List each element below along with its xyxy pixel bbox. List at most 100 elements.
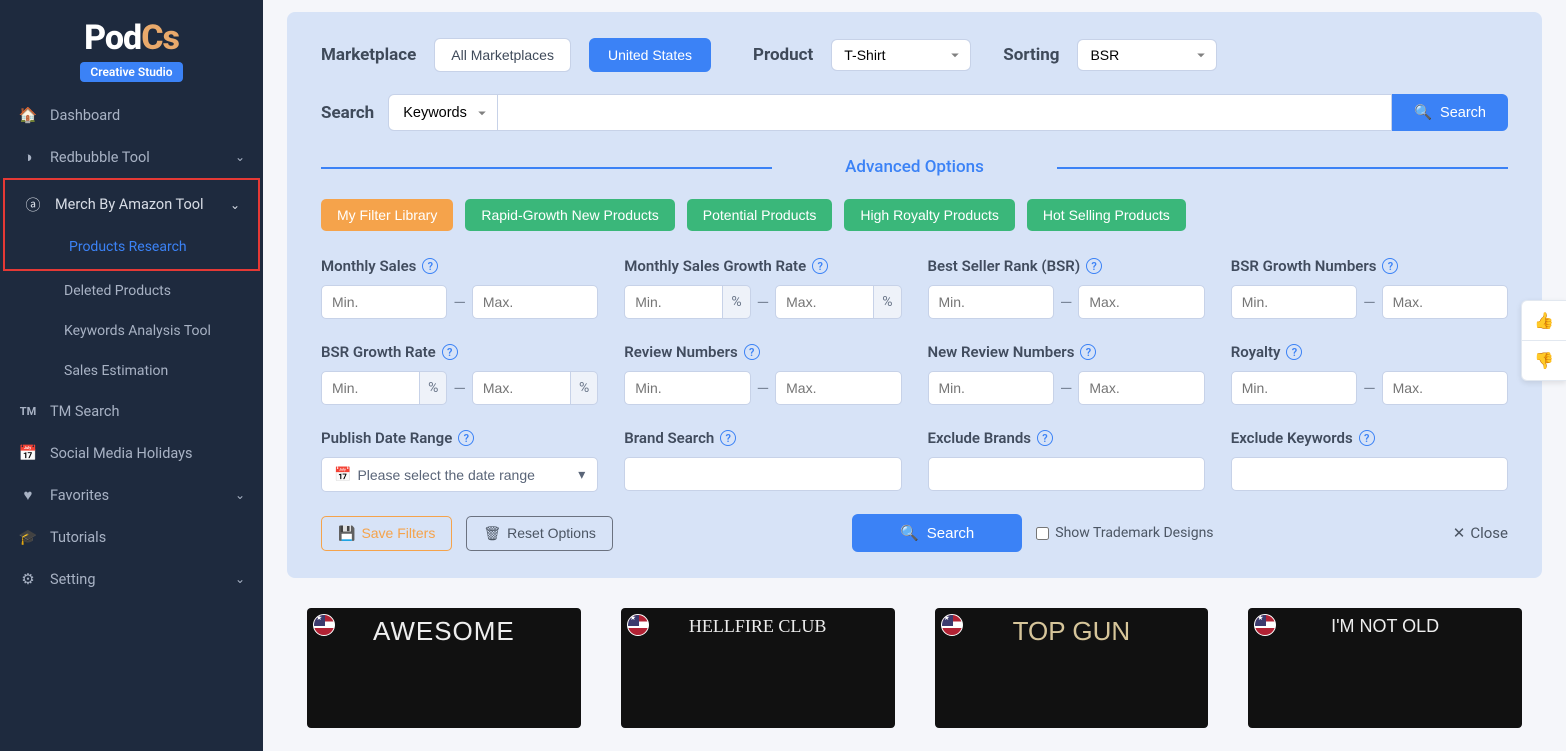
card-text: TOP GUN bbox=[1013, 616, 1131, 647]
min-input[interactable] bbox=[624, 285, 723, 319]
hot-selling-button[interactable]: Hot Selling Products bbox=[1027, 199, 1186, 231]
close-label: Close bbox=[1470, 524, 1508, 542]
help-icon[interactable]: ? bbox=[1037, 430, 1053, 446]
min-input[interactable] bbox=[1231, 285, 1357, 319]
search-big-button[interactable]: 🔍 Search bbox=[852, 514, 1022, 552]
save-filters-button[interactable]: 💾 Save Filters bbox=[321, 516, 452, 551]
sidebar-subitem-deleted-products[interactable]: Deleted Products bbox=[0, 271, 263, 311]
sidebar-item-redbubble[interactable]: ◑ Redbubble Tool ⌄ bbox=[0, 136, 263, 178]
dash: — bbox=[757, 379, 770, 398]
sidebar-item-favorites[interactable]: ♥ Favorites ⌄ bbox=[0, 474, 263, 516]
filter-grid: Monthly Sales ? — Monthly Sales Growth R… bbox=[321, 257, 1508, 492]
label-text: Best Seller Rank (BSR) bbox=[928, 257, 1081, 275]
range-inputs: % — % bbox=[624, 285, 901, 319]
min-input[interactable] bbox=[928, 285, 1054, 319]
product-cards: AWESOME HELLFIRE CLUB TOP GUN I'M NOT OL… bbox=[287, 608, 1542, 728]
help-icon[interactable]: ? bbox=[442, 344, 458, 360]
nav: 🏠 Dashboard ◑ Redbubble Tool ⌄ ⓐ Merch B… bbox=[0, 94, 263, 600]
help-icon[interactable]: ? bbox=[1086, 258, 1102, 274]
sidebar-subitem-products-research[interactable]: Products Research bbox=[5, 227, 258, 267]
range-inputs: — bbox=[1231, 371, 1508, 405]
exclude-keywords-input[interactable] bbox=[1231, 457, 1508, 491]
calendar-icon: 📅 bbox=[18, 444, 38, 462]
advanced-options-toggle[interactable]: Advanced Options bbox=[321, 157, 1508, 177]
search-input[interactable] bbox=[498, 94, 1392, 131]
label-text: Brand Search bbox=[624, 429, 714, 447]
range-inputs: — bbox=[321, 285, 598, 319]
main: Marketplace All Marketplaces United Stat… bbox=[263, 0, 1566, 751]
help-icon[interactable]: ? bbox=[458, 430, 474, 446]
min-input[interactable] bbox=[321, 371, 420, 405]
search-icon: 🔍 bbox=[900, 524, 919, 542]
close-button[interactable]: ✕ Close bbox=[1453, 524, 1508, 542]
dash: — bbox=[1060, 293, 1073, 312]
product-card[interactable]: HELLFIRE CLUB bbox=[621, 608, 895, 728]
max-input[interactable] bbox=[1078, 371, 1204, 405]
help-icon[interactable]: ? bbox=[812, 258, 828, 274]
date-range-button[interactable]: 📅 Please select the date range ▾ bbox=[321, 457, 598, 492]
sidebar-item-tutorials[interactable]: 🎓 Tutorials bbox=[0, 516, 263, 558]
help-icon[interactable]: ? bbox=[422, 258, 438, 274]
search-type-select[interactable]: Keywords bbox=[388, 94, 498, 131]
field-new-review-numbers: New Review Numbers ? — bbox=[928, 343, 1205, 405]
max-input[interactable] bbox=[472, 285, 598, 319]
show-tm-input[interactable] bbox=[1036, 527, 1049, 540]
reset-options-button[interactable]: 🗑 Reset Options bbox=[466, 516, 613, 551]
logo-text: PodCs bbox=[0, 18, 263, 58]
field-label: Brand Search ? bbox=[624, 429, 901, 447]
united-states-button[interactable]: United States bbox=[589, 38, 711, 72]
min-input[interactable] bbox=[321, 285, 447, 319]
potential-products-button[interactable]: Potential Products bbox=[687, 199, 833, 231]
field-label: BSR Growth Numbers ? bbox=[1231, 257, 1508, 275]
sidebar-item-setting[interactable]: ⚙ Setting ⌄ bbox=[0, 558, 263, 600]
us-flag-icon bbox=[941, 614, 963, 636]
us-flag-icon bbox=[627, 614, 649, 636]
sidebar-label: Products Research bbox=[69, 239, 187, 255]
product-card[interactable]: I'M NOT OLD bbox=[1248, 608, 1522, 728]
max-input[interactable] bbox=[1382, 285, 1508, 319]
thumbs-down-button[interactable]: 👎 bbox=[1522, 340, 1566, 380]
sidebar-item-tm-search[interactable]: TM TM Search bbox=[0, 391, 263, 432]
min-input[interactable] bbox=[624, 371, 750, 405]
help-icon[interactable]: ? bbox=[1080, 344, 1096, 360]
field-exclude-brands: Exclude Brands ? bbox=[928, 429, 1205, 492]
max-input[interactable] bbox=[775, 371, 901, 405]
exclude-brands-input[interactable] bbox=[928, 457, 1205, 491]
help-icon[interactable]: ? bbox=[1286, 344, 1302, 360]
max-input[interactable] bbox=[472, 371, 571, 405]
search-button-label: Search bbox=[1440, 105, 1486, 121]
label-text: BSR Growth Rate bbox=[321, 343, 436, 361]
rapid-growth-button[interactable]: Rapid-Growth New Products bbox=[465, 199, 674, 231]
help-icon[interactable]: ? bbox=[720, 430, 736, 446]
range-inputs: — bbox=[928, 371, 1205, 405]
thumbs-up-button[interactable]: 👍 bbox=[1522, 301, 1566, 340]
sidebar: PodCs Creative Studio 🏠 Dashboard ◑ Redb… bbox=[0, 0, 263, 751]
product-card[interactable]: TOP GUN bbox=[935, 608, 1209, 728]
help-icon[interactable]: ? bbox=[1359, 430, 1375, 446]
help-icon[interactable]: ? bbox=[744, 344, 760, 360]
high-royalty-button[interactable]: High Royalty Products bbox=[844, 199, 1015, 231]
sidebar-subitem-sales-estimation[interactable]: Sales Estimation bbox=[0, 351, 263, 391]
max-input[interactable] bbox=[1078, 285, 1204, 319]
max-input[interactable] bbox=[1382, 371, 1508, 405]
sorting-select[interactable]: BSR bbox=[1077, 39, 1217, 71]
help-icon[interactable]: ? bbox=[1382, 258, 1398, 274]
min-input[interactable] bbox=[928, 371, 1054, 405]
actions-row: 💾 Save Filters 🗑 Reset Options 🔍 Search … bbox=[321, 514, 1508, 552]
sidebar-item-merch[interactable]: ⓐ Merch By Amazon Tool ⌄ bbox=[5, 182, 258, 227]
product-label: Product bbox=[753, 45, 813, 65]
search-button[interactable]: 🔍 Search bbox=[1392, 94, 1508, 131]
highlighted-section: ⓐ Merch By Amazon Tool ⌄ Products Resear… bbox=[3, 178, 260, 271]
brand-search-input[interactable] bbox=[624, 457, 901, 491]
sidebar-subitem-keywords-analysis[interactable]: Keywords Analysis Tool bbox=[0, 311, 263, 351]
product-select[interactable]: T-Shirt bbox=[831, 39, 971, 71]
product-card[interactable]: AWESOME bbox=[307, 608, 581, 728]
sidebar-item-holidays[interactable]: 📅 Social Media Holidays bbox=[0, 432, 263, 474]
show-tm-checkbox[interactable]: Show Trademark Designs bbox=[1036, 525, 1213, 541]
min-input[interactable] bbox=[1231, 371, 1357, 405]
my-filter-library-button[interactable]: My Filter Library bbox=[321, 199, 453, 231]
sidebar-item-dashboard[interactable]: 🏠 Dashboard bbox=[0, 94, 263, 136]
all-marketplaces-button[interactable]: All Marketplaces bbox=[434, 38, 571, 72]
max-input[interactable] bbox=[775, 285, 874, 319]
logo: PodCs Creative Studio bbox=[0, 0, 263, 94]
